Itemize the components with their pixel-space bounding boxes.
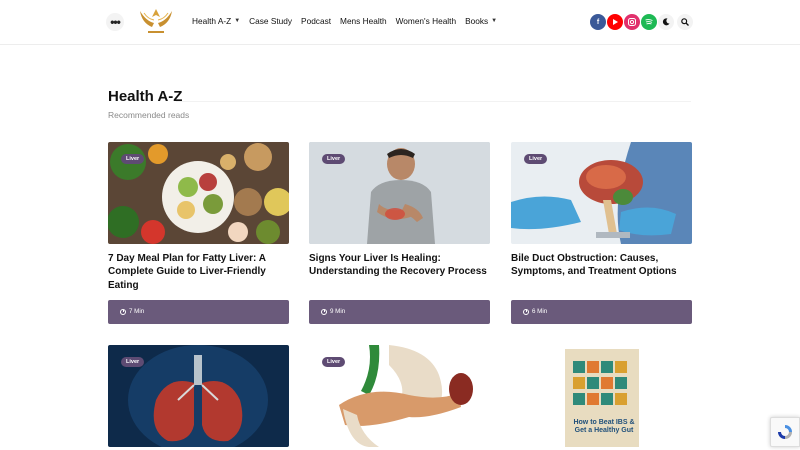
article-title[interactable]: Signs Your Liver Is Healing: Understandi… [309,252,490,279]
section-subtitle: Recommended reads [108,110,190,120]
read-time-bar: 7 Min [108,300,289,324]
facebook-icon[interactable]: f [590,14,606,30]
category-tag[interactable]: Liver [322,357,346,367]
section-title: Health A-Z [108,88,183,105]
search-icon[interactable] [677,14,693,30]
category-tag[interactable]: Liver [121,154,145,164]
read-time-label: 7 Min [129,308,145,315]
spotify-icon[interactable] [641,14,657,30]
divider [176,101,691,102]
moon-icon[interactable] [658,14,674,30]
clock-icon [120,308,126,315]
read-time-label: 6 Min [532,308,548,315]
site-header: ••• Health A-Z ▼ Case Study Podcast Mens… [0,0,800,45]
instagram-icon[interactable] [624,14,640,30]
read-time: 9 Min [321,308,345,315]
nav-item-books[interactable]: Books ▼ [465,16,497,26]
nav-label: Mens Health [340,16,387,26]
nav-label: Podcast [301,16,332,26]
nav-label: Health A-Z [192,16,232,26]
nav-item-case-study[interactable]: Case Study [249,16,292,26]
article-image-lungs[interactable]: Liver [108,345,289,447]
nav-label: Case Study [249,16,293,26]
site-logo[interactable] [136,5,176,37]
main-nav: Health A-Z ▼ Case Study Podcast Mens Hea… [192,16,506,26]
nav-item-health-a-z[interactable]: Health A-Z ▼ [192,16,240,26]
article-title[interactable]: 7 Day Meal Plan for Fatty Liver: A Compl… [108,252,289,292]
more-dots-icon[interactable]: ••• [106,13,124,31]
book-cover-image[interactable]: How to Beat IBS & Get a Healthy Gut [511,345,692,447]
article-image-bile-duct[interactable]: Liver [511,142,692,244]
nav-label: Books [465,16,489,26]
chevron-down-icon: ▼ [234,18,241,24]
book-cover-text: How to Beat IBS & Get a Healthy Gut [573,419,635,434]
article-image-liver-healing[interactable]: Liver [309,142,490,244]
category-tag[interactable]: Liver [121,357,145,367]
article-title[interactable]: Bile Duct Obstruction: Causes, Symptoms,… [511,252,692,279]
category-tag[interactable]: Liver [322,154,346,164]
article-image-meal-plan[interactable]: Liver [108,142,289,244]
read-time-bar: 9 Min [309,300,490,324]
read-time: 7 Min [120,308,144,315]
clock-icon [321,308,327,315]
nav-item-mens-health[interactable]: Mens Health [340,16,387,26]
chevron-down-icon: ▼ [491,18,498,24]
read-time-bar: 6 Min [511,300,692,324]
clock-icon [523,308,529,315]
read-time-label: 9 Min [330,308,346,315]
read-time: 6 Min [523,308,547,315]
recaptcha-badge[interactable] [770,417,800,447]
article-image-pancreas[interactable]: Liver [309,345,490,447]
nav-label: Women's Health [395,16,457,26]
youtube-icon[interactable] [607,14,623,30]
nav-item-womens-health[interactable]: Women's Health [396,16,456,26]
category-tag[interactable]: Liver [524,154,548,164]
nav-item-podcast[interactable]: Podcast [301,16,331,26]
